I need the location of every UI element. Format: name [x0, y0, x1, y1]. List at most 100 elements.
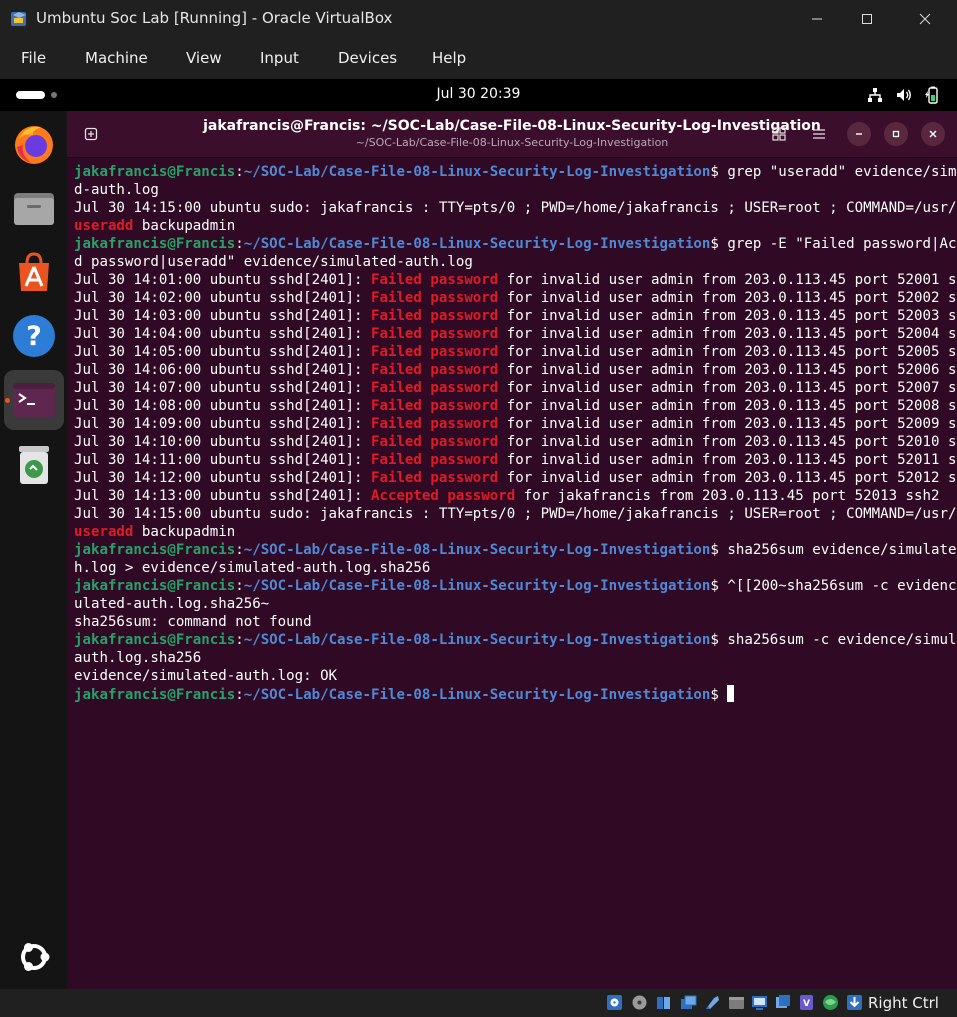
- match-highlight: useradd: [74, 524, 134, 540]
- tab-overview-icon[interactable]: [767, 122, 791, 146]
- prompt-user: jakafrancis@Francis: [74, 236, 236, 252]
- window-title: Umbuntu Soc Lab [Running] - Oracle Virtu…: [36, 9, 393, 27]
- prompt-separator: :: [235, 236, 244, 252]
- terminal-line: Jul 30 14:06:00 ubuntu sshd[2401]: Faile…: [74, 361, 957, 379]
- terminal-line: jakafrancis@Francis:~/SOC-Lab/Case-File-…: [74, 685, 950, 703]
- svg-text:?: ?: [26, 321, 42, 352]
- text-cursor: [727, 685, 735, 702]
- volume-icon[interactable]: [895, 86, 913, 104]
- app-center-icon: [19, 252, 49, 291]
- output-text: sha256sum: command not found: [74, 614, 312, 630]
- terminal-line: Jul 30 14:05:00 ubuntu sshd[2401]: Faile…: [74, 343, 957, 361]
- files-icon: [14, 193, 54, 225]
- clock[interactable]: Jul 30 20:39: [0, 86, 957, 102]
- host-key-icon[interactable]: [846, 994, 863, 1011]
- terminal-line: Jul 30 14:07:00 ubuntu sshd[2401]: Faile…: [74, 379, 957, 397]
- terminal-line: Jul 30 14:11:00 ubuntu sshd[2401]: Faile…: [74, 451, 957, 469]
- display-icon[interactable]: [728, 994, 745, 1011]
- network-icon[interactable]: [866, 86, 884, 104]
- dock-app-center[interactable]: [4, 242, 64, 302]
- terminal-line: h.log > evidence/simulated-auth.log.sha2…: [74, 559, 950, 577]
- output-text: for jakafrancis from 203.0.113.45 port 5…: [515, 488, 940, 504]
- menu-bar: File Machine View Input Devices Help: [0, 38, 957, 79]
- prompt-path: ~/SOC-Lab/Case-File-08-Linux-Security-Lo…: [243, 236, 711, 252]
- terminal-line: jakafrancis@Francis:~/SOC-Lab/Case-File-…: [74, 577, 957, 595]
- terminal-line: Jul 30 14:04:00 ubuntu sshd[2401]: Faile…: [74, 325, 957, 343]
- output-text: for invalid user admin from 203.0.113.45…: [498, 470, 957, 486]
- window-titlebar: Umbuntu Soc Lab [Running] - Oracle Virtu…: [0, 0, 957, 38]
- menu-machine[interactable]: Machine: [85, 49, 148, 67]
- command-text: $ grep -E "Failed password|Accepte: [710, 236, 957, 252]
- recording-icon[interactable]: [751, 994, 768, 1011]
- firefox-icon: [15, 126, 53, 164]
- mouse-integration-icon[interactable]: V: [798, 994, 815, 1011]
- prompt-separator: :: [235, 542, 244, 558]
- dock-trash[interactable]: [4, 435, 64, 495]
- dock-files[interactable]: [4, 178, 64, 238]
- optical-drive-icon[interactable]: [606, 994, 623, 1011]
- terminal-line: Jul 30 14:02:00 ubuntu sshd[2401]: Faile…: [74, 289, 957, 307]
- output-text: h.log > evidence/simulated-auth.log.sha2…: [74, 560, 431, 576]
- terminal-line: Jul 30 14:10:00 ubuntu sshd[2401]: Faile…: [74, 433, 957, 451]
- terminal-line: jakafrancis@Francis:~/SOC-Lab/Case-File-…: [74, 163, 957, 181]
- output-text: for invalid user admin from 203.0.113.45…: [498, 434, 957, 450]
- output-text: for invalid user admin from 203.0.113.45…: [498, 326, 957, 342]
- output-text: Jul 30 14:06:00 ubuntu sshd[2401]:: [74, 362, 371, 378]
- terminal-line: d-auth.log: [74, 181, 950, 199]
- video-capture-icon[interactable]: [775, 994, 792, 1011]
- terminal-line: Jul 30 14:03:00 ubuntu sshd[2401]: Faile…: [74, 307, 957, 325]
- output-text: ulated-auth.log.sha256~: [74, 596, 270, 612]
- close-icon[interactable]: [898, 0, 952, 38]
- audio-icon[interactable]: [631, 994, 648, 1011]
- terminal-line: sha256sum: command not found: [74, 613, 950, 631]
- dock-terminal[interactable]: [4, 370, 64, 430]
- command-text: $ sha256sum -c evidence/simulated-: [710, 632, 957, 648]
- battery-icon[interactable]: [924, 86, 942, 104]
- prompt-path: ~/SOC-Lab/Case-File-08-Linux-Security-Lo…: [243, 578, 711, 594]
- menu-file[interactable]: File: [21, 49, 46, 67]
- menu-input[interactable]: Input: [260, 49, 299, 67]
- terminal-close-icon[interactable]: [921, 122, 945, 146]
- match-highlight: Failed password: [370, 452, 499, 468]
- output-text: for invalid user admin from 203.0.113.45…: [498, 308, 957, 324]
- terminal-output[interactable]: jakafrancis@Francis:~/SOC-Lab/Case-File-…: [74, 163, 957, 703]
- cpu-icon[interactable]: [822, 994, 839, 1011]
- match-highlight: Failed password: [370, 434, 499, 450]
- menu-help[interactable]: Help: [432, 49, 466, 67]
- prompt-user: jakafrancis@Francis: [74, 578, 236, 594]
- terminal-minimize-icon[interactable]: [847, 122, 871, 146]
- output-text: Jul 30 14:11:00 ubuntu sshd[2401]:: [74, 452, 371, 468]
- vbox-statusbar: V Right Ctrl: [0, 989, 957, 1017]
- output-text: d-auth.log: [74, 182, 159, 198]
- output-text: for invalid user admin from 203.0.113.45…: [498, 452, 957, 468]
- output-text: for invalid user admin from 203.0.113.45…: [498, 362, 957, 378]
- prompt-user: jakafrancis@Francis: [74, 687, 236, 703]
- match-highlight: Failed password: [370, 398, 499, 414]
- prompt-path: ~/SOC-Lab/Case-File-08-Linux-Security-Lo…: [243, 687, 711, 703]
- dock-firefox[interactable]: [4, 114, 64, 174]
- menu-view[interactable]: View: [186, 49, 222, 67]
- shared-folder-icon[interactable]: [680, 994, 697, 1011]
- network-adapter-icon[interactable]: [704, 994, 721, 1011]
- prompt-user: jakafrancis@Francis: [74, 542, 236, 558]
- maximize-icon[interactable]: [840, 0, 894, 38]
- terminal-line: Jul 30 14:13:00 ubuntu sshd[2401]: Accep…: [74, 487, 950, 505]
- terminal-line: auth.log.sha256: [74, 649, 950, 667]
- output-text: for invalid user admin from 203.0.113.45…: [498, 290, 957, 306]
- minimize-icon[interactable]: [790, 0, 844, 38]
- dock-help[interactable]: ?: [4, 306, 64, 366]
- output-text: evidence/simulated-auth.log: OK: [74, 668, 338, 684]
- prompt-separator: :: [235, 578, 244, 594]
- usb-icon[interactable]: [655, 994, 672, 1011]
- terminal-line: jakafrancis@Francis:~/SOC-Lab/Case-File-…: [74, 235, 957, 253]
- dock-show-apps[interactable]: [4, 927, 64, 987]
- command-text: $ ^[[200~sha256sum -c evidence/sim: [710, 578, 957, 594]
- output-text: Jul 30 14:01:00 ubuntu sshd[2401]:: [74, 272, 371, 288]
- terminal-window[interactable]: jakafrancis@Francis: ~/SOC-Lab/Case-File…: [67, 111, 957, 989]
- output-text: backupadmin: [133, 524, 236, 540]
- terminal-maximize-icon[interactable]: [884, 122, 908, 146]
- menu-devices[interactable]: Devices: [338, 49, 397, 67]
- output-text: for invalid user admin from 203.0.113.45…: [498, 272, 957, 288]
- terminal-line: jakafrancis@Francis:~/SOC-Lab/Case-File-…: [74, 541, 957, 559]
- hamburger-menu-icon[interactable]: [807, 122, 831, 146]
